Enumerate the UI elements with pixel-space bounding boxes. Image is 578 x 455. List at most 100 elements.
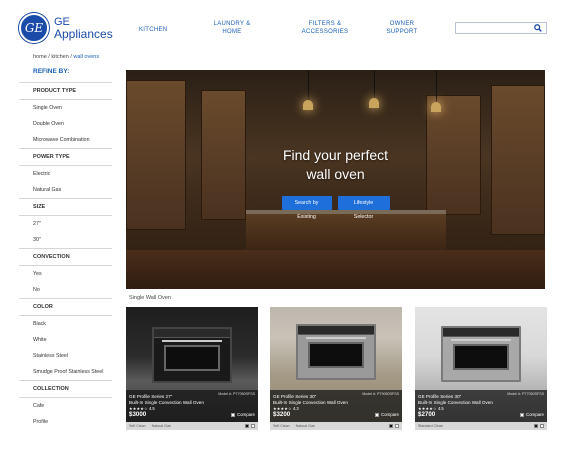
compare-toggle[interactable]: Compare bbox=[230, 412, 255, 417]
breadcrumb-home[interactable]: home bbox=[33, 54, 47, 60]
hero-floor bbox=[126, 250, 545, 289]
swatch-black[interactable] bbox=[534, 424, 538, 428]
filter-option[interactable]: Cafe bbox=[19, 398, 112, 414]
compare-label: Compare bbox=[525, 412, 544, 417]
logo-wordmark: GE Appliances bbox=[54, 16, 113, 40]
product-name-line2: Built-In Single Convection Wall Oven bbox=[129, 399, 204, 405]
breadcrumb-current: wall ovens bbox=[73, 54, 100, 60]
breadcrumb: home / kitchen / wall ovens bbox=[33, 54, 99, 60]
filter-option[interactable]: Smudge Proof Stainless Steel bbox=[19, 364, 112, 380]
color-swatches bbox=[534, 424, 544, 428]
filter-option[interactable]: 27" bbox=[19, 216, 112, 232]
product-card[interactable]: Model #: PT9050SFSS GE Profile Series 30… bbox=[270, 307, 402, 430]
oven-image bbox=[152, 327, 232, 383]
compare-toggle[interactable]: Compare bbox=[374, 412, 399, 417]
feature-self-clean: Self Clean bbox=[129, 424, 146, 428]
nav-filters-accessories[interactable]: FILTERS & ACCESSORIES bbox=[300, 20, 350, 36]
filter-option[interactable]: Black bbox=[19, 316, 112, 332]
hero-title-line1: Find your perfect bbox=[282, 147, 389, 163]
filter-option[interactable]: Stainless Steel bbox=[19, 348, 112, 364]
filter-group-size[interactable]: SIZE bbox=[19, 198, 112, 216]
hero-banner: Find your perfect wall oven Search by Ex… bbox=[126, 70, 545, 289]
oven-control-panel bbox=[298, 326, 374, 335]
hero-pendant-cord bbox=[308, 70, 309, 100]
filter-option[interactable]: Profile bbox=[19, 414, 112, 430]
filter-option[interactable]: White bbox=[19, 332, 112, 348]
oven-image bbox=[296, 324, 376, 380]
filter-group-product-type[interactable]: PRODUCT TYPE bbox=[19, 82, 112, 100]
search-by-existing-button[interactable]: Search by Existing bbox=[281, 196, 332, 220]
product-name-line2: Built-In Single Convection Wall Oven bbox=[418, 399, 493, 405]
filter-option[interactable]: Single Oven bbox=[19, 100, 112, 116]
color-swatches bbox=[245, 424, 255, 428]
filter-group-power-type[interactable]: POWER TYPE bbox=[19, 148, 112, 166]
lifestyle-selector-button[interactable]: Lifestyle Selector bbox=[337, 196, 390, 220]
swatch-black[interactable] bbox=[389, 424, 393, 428]
filter-group-collection[interactable]: COLLECTION bbox=[19, 380, 112, 398]
oven-handle bbox=[451, 339, 511, 341]
refine-sidebar: REFINE BY: PRODUCT TYPE Single Oven Doub… bbox=[19, 68, 112, 430]
search-icon[interactable] bbox=[534, 24, 542, 32]
filter-option[interactable]: Microwave Combination bbox=[19, 132, 112, 148]
hero-title: Find your perfect wall oven bbox=[126, 146, 545, 184]
product-model: Model #: PT7050SFSS bbox=[218, 392, 255, 396]
hero-island bbox=[246, 210, 446, 250]
filter-option[interactable]: Yes bbox=[19, 266, 112, 282]
oven-handle bbox=[162, 340, 222, 342]
ge-logo[interactable]: GE GE Appliances bbox=[19, 13, 113, 43]
pendant-lamp-icon bbox=[369, 98, 379, 108]
oven-image bbox=[441, 326, 521, 382]
oven-window bbox=[164, 345, 220, 371]
breadcrumb-kitchen[interactable]: kitchen bbox=[51, 54, 68, 60]
swatch-white[interactable] bbox=[395, 424, 399, 428]
swatch-black[interactable] bbox=[245, 424, 249, 428]
search-input[interactable] bbox=[455, 22, 547, 34]
rating-value: 4.3 bbox=[292, 406, 299, 411]
product-features: Self Clean Natural Gas bbox=[126, 422, 258, 430]
product-features: Standard Clean bbox=[415, 422, 547, 430]
product-name-line2: Built-In Single Convection Wall Oven bbox=[273, 399, 348, 405]
oven-control-panel bbox=[154, 329, 230, 338]
feature-standard-clean: Standard Clean bbox=[418, 424, 443, 428]
hero-pendant-cord bbox=[436, 70, 437, 102]
oven-control-panel bbox=[443, 328, 519, 337]
section-label: Single Wall Oven bbox=[129, 295, 171, 301]
oven-window bbox=[308, 342, 364, 368]
pendant-lamp-icon bbox=[431, 102, 441, 112]
oven-handle bbox=[306, 337, 366, 339]
hero-pendant-cord bbox=[374, 70, 375, 98]
product-card[interactable]: Model #: PT7050SFSS GE Profile Series 30… bbox=[415, 307, 547, 430]
product-model: Model #: PT7050SFSS bbox=[507, 392, 544, 396]
nav-owner-support[interactable]: OWNER SUPPORT bbox=[386, 20, 418, 36]
ge-monogram-icon: GE bbox=[19, 13, 49, 43]
filter-option[interactable]: 30" bbox=[19, 232, 112, 248]
oven-window bbox=[453, 344, 509, 370]
refine-heading: REFINE BY: bbox=[33, 68, 70, 75]
filter-option[interactable]: Double Oven bbox=[19, 116, 112, 132]
logo-line2: Appliances bbox=[54, 27, 113, 41]
feature-natural-gas: Natural Gas bbox=[151, 424, 171, 428]
filter-group-color[interactable]: COLOR bbox=[19, 298, 112, 316]
product-card[interactable]: Model #: PT7050SFSS GE Profile Series 27… bbox=[126, 307, 258, 430]
hero-title-line2: wall oven bbox=[306, 166, 365, 182]
compare-toggle[interactable]: Compare bbox=[519, 412, 544, 417]
compare-checkbox[interactable] bbox=[519, 412, 524, 417]
feature-natural-gas: Natural Gas bbox=[295, 424, 315, 428]
nav-kitchen[interactable]: KITCHEN bbox=[139, 26, 167, 34]
filter-option[interactable]: Electric bbox=[19, 166, 112, 182]
pendant-lamp-icon bbox=[303, 100, 313, 110]
swatch-white[interactable] bbox=[540, 424, 544, 428]
compare-checkbox[interactable] bbox=[374, 412, 379, 417]
filter-group-convection[interactable]: CONVECTION bbox=[19, 248, 112, 266]
rating-value: 4.5 bbox=[437, 406, 444, 411]
compare-checkbox[interactable] bbox=[230, 412, 235, 417]
compare-label: Compare bbox=[380, 412, 399, 417]
compare-label: Compare bbox=[236, 412, 255, 417]
color-swatches bbox=[389, 424, 399, 428]
nav-laundry-home[interactable]: LAUNDRY & HOME bbox=[212, 20, 252, 36]
swatch-white[interactable] bbox=[251, 424, 255, 428]
filter-option[interactable]: Natural Gas bbox=[19, 182, 112, 198]
filter-option[interactable]: No bbox=[19, 282, 112, 298]
rating-value: 4.5 bbox=[148, 406, 155, 411]
feature-self-clean: Self Clean bbox=[273, 424, 290, 428]
